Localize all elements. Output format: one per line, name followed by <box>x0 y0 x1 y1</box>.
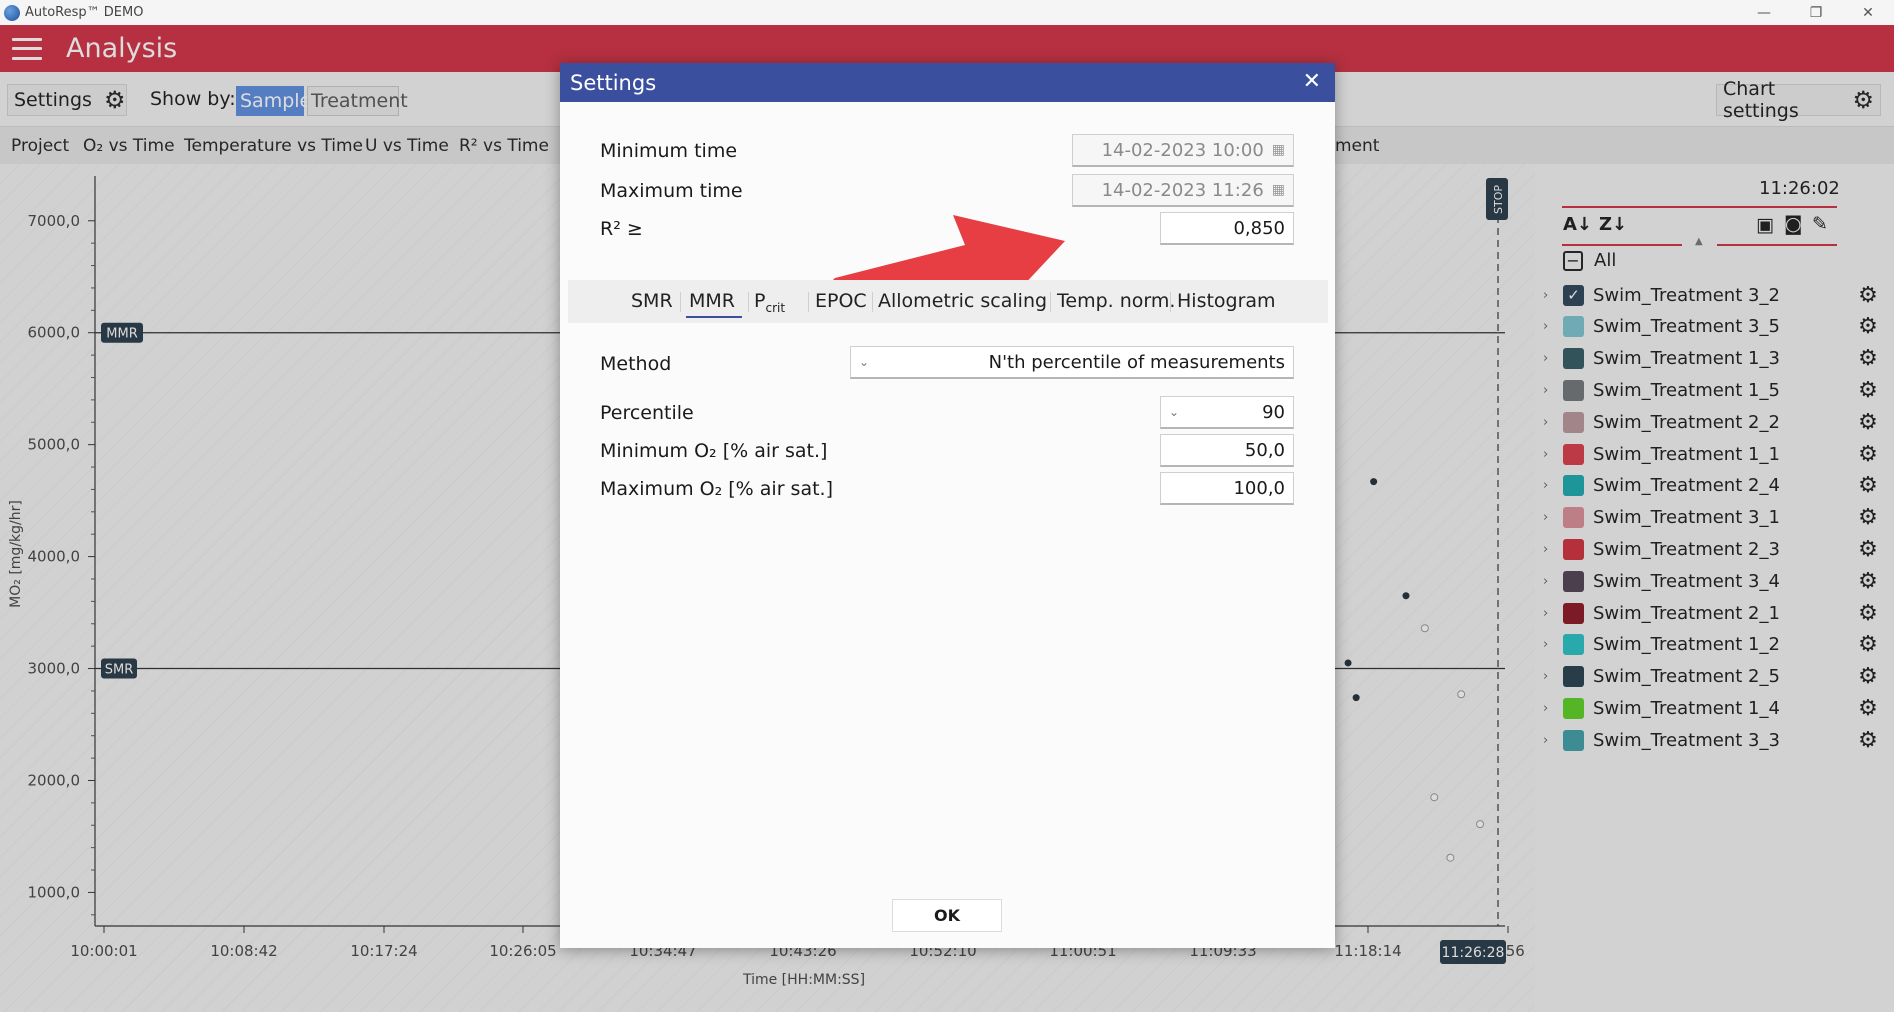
max-o2-label: Maximum O₂ [% air sat.] <box>600 478 833 500</box>
window-titlebar: AutoResp™ DEMO — ❐ ✕ <box>0 0 1894 25</box>
max-time-value: 14-02-2023 11:26 <box>1101 179 1264 201</box>
method-value: N'th percentile of measurements <box>988 351 1285 373</box>
max-time-label: Maximum time <box>600 180 743 202</box>
min-o2-value: 50,0 <box>1244 439 1285 461</box>
ok-button-label: OK <box>934 906 960 925</box>
window-controls: — ❐ ✕ <box>1738 0 1894 25</box>
dialog-title: Settings <box>570 70 657 95</box>
close-icon[interactable]: ✕ <box>1303 69 1321 94</box>
dialog-tabs: SMR MMR Pcrit EPOC Allometric scaling Te… <box>568 280 1328 323</box>
chevron-down-icon: ⌄ <box>1169 405 1180 419</box>
method-select[interactable]: ⌄ N'th percentile of measurements <box>850 346 1294 379</box>
r2-input[interactable]: 0,850 <box>1160 212 1294 245</box>
min-time-field[interactable]: 14-02-2023 10:00 ▦ <box>1072 134 1294 167</box>
settings-dialog: Settings ✕ Minimum time 14-02-2023 10:00… <box>560 63 1335 948</box>
min-o2-input[interactable]: 50,0 <box>1160 434 1294 467</box>
min-o2-label: Minimum O₂ [% air sat.] <box>600 440 828 462</box>
r2-value: 0,850 <box>1233 217 1285 239</box>
close-window-button[interactable]: ✕ <box>1842 0 1894 25</box>
dtab-pcrit[interactable]: Pcrit <box>754 290 785 315</box>
min-time-value: 14-02-2023 10:00 <box>1101 139 1264 161</box>
percentile-label: Percentile <box>600 402 694 424</box>
dtab-temp-norm[interactable]: Temp. norm. <box>1057 290 1175 312</box>
app-logo-icon <box>4 4 20 21</box>
dtab-mmr[interactable]: MMR <box>689 290 735 312</box>
chevron-down-icon: ⌄ <box>859 355 870 369</box>
percentile-value: 90 <box>1262 401 1285 423</box>
minimize-button[interactable]: — <box>1738 0 1790 25</box>
percentile-stepper[interactable]: ⌄ 90 <box>1160 396 1294 429</box>
dtab-histogram[interactable]: Histogram <box>1177 290 1276 312</box>
active-tab-indicator <box>686 316 742 318</box>
ok-button[interactable]: OK <box>892 899 1002 932</box>
max-time-field[interactable]: 14-02-2023 11:26 ▦ <box>1072 174 1294 207</box>
max-o2-value: 100,0 <box>1233 477 1285 499</box>
dtab-allometric-scaling[interactable]: Allometric scaling <box>878 290 1047 312</box>
min-time-label: Minimum time <box>600 140 738 162</box>
calendar-icon: ▦ <box>1271 142 1285 158</box>
dtab-smr[interactable]: SMR <box>631 290 673 312</box>
maximize-button[interactable]: ❐ <box>1790 0 1842 25</box>
calendar-icon: ▦ <box>1271 182 1285 198</box>
dtab-epoc[interactable]: EPOC <box>815 290 867 312</box>
r2-label: R² ≥ <box>600 218 643 240</box>
max-o2-input[interactable]: 100,0 <box>1160 472 1294 505</box>
method-label: Method <box>600 353 672 375</box>
dialog-titlebar: Settings ✕ <box>560 63 1335 102</box>
window-title: AutoResp™ DEMO <box>25 5 144 20</box>
